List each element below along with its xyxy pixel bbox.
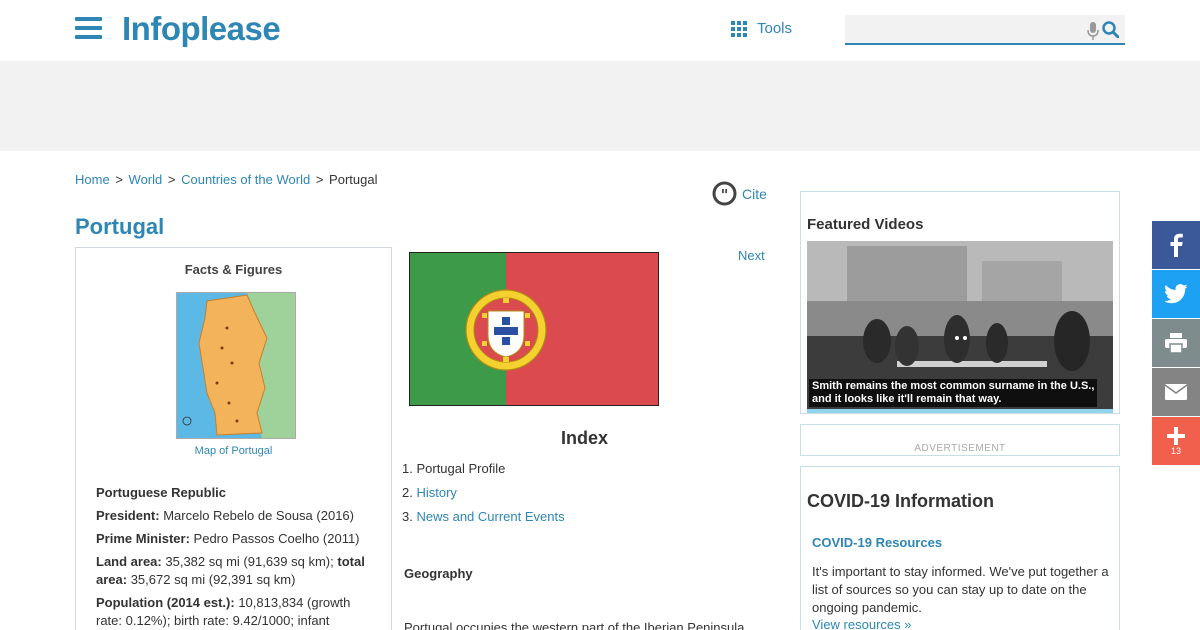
menu-icon[interactable] [75, 17, 102, 39]
more-share-button[interactable]: 13 [1152, 417, 1200, 465]
index-item[interactable]: 2. History [402, 481, 565, 505]
next-link[interactable]: Next [738, 248, 765, 263]
quote-icon: " [712, 181, 737, 206]
index-item: 1. Portugal Profile [402, 461, 506, 476]
tools-label: Tools [757, 20, 793, 37]
breadcrumb-home[interactable]: Home [75, 172, 110, 187]
portugal-flag [409, 252, 659, 406]
facebook-icon [1170, 233, 1183, 257]
facts-title: Facts & Figures [184, 262, 283, 277]
grid-icon [731, 20, 747, 37]
covid-panel: COVID-19 Information COVID-19 Resources … [800, 466, 1120, 630]
share-bar: 13 [1152, 221, 1200, 466]
official-name: Portuguese Republic [96, 485, 227, 500]
site-logo[interactable]: Infoplease [122, 10, 281, 48]
page-title: Portugal [75, 214, 165, 239]
index-item[interactable]: 3. News and Current Events [402, 505, 565, 529]
breadcrumb-countries[interactable]: Countries of the World [181, 172, 310, 187]
twitter-icon [1164, 284, 1188, 304]
map-caption[interactable]: Map of Portugal [76, 445, 391, 457]
search-input[interactable] [845, 15, 1075, 43]
featured-videos-title: Featured Videos [807, 216, 924, 233]
geography-text: Portugal occupies the western part of th… [404, 620, 745, 630]
share-count: 13 [1170, 445, 1181, 456]
svg-text:": " [721, 186, 729, 204]
index-list: 1. Portugal Profile 2. History 3. News a… [402, 457, 565, 529]
email-share-button[interactable] [1152, 368, 1200, 416]
fact-president: President: Marcelo Rebelo de Sousa (2016… [96, 508, 354, 523]
microphone-icon[interactable] [1087, 22, 1099, 40]
facts-box: Facts & Figures Map of Portugal Portugue… [75, 247, 392, 630]
cite-label: Cite [742, 185, 767, 202]
index-title: Index [561, 428, 609, 448]
advertisement-label: ADVERTISEMENT [914, 443, 1006, 454]
search-box [845, 15, 1125, 45]
top-ad-banner [0, 61, 1200, 151]
video-caption: Smith remains the most common surname in… [809, 379, 1098, 407]
search-icon[interactable] [1102, 21, 1119, 38]
breadcrumb-current: Portugal [329, 172, 378, 187]
print-button[interactable] [1152, 319, 1200, 367]
view-resources-link[interactable]: View resources » [812, 617, 911, 630]
portugal-map[interactable] [176, 292, 296, 439]
twitter-share-button[interactable] [1152, 270, 1200, 318]
geography-title: Geography [404, 566, 473, 581]
index-link-history[interactable]: History [416, 485, 456, 500]
breadcrumb-separator: > [315, 172, 324, 187]
fact-population: Population (2014 est.): 10,813,834 (grow… [96, 595, 351, 628]
site-header: Infoplease Tools [0, 0, 1200, 61]
flag-illustration [410, 253, 658, 405]
facts-body: Portuguese Republic President: Marcelo R… [96, 484, 376, 630]
fact-area: Land area: 35,382 sq mi (91,639 sq km); … [96, 554, 365, 587]
breadcrumb-separator: > [115, 172, 123, 187]
video-progress-bar[interactable] [807, 409, 1113, 413]
tools-menu[interactable]: Tools [731, 20, 792, 37]
index-item-label: Portugal Profile [416, 461, 506, 476]
covid-title: COVID-19 Information [807, 491, 995, 511]
breadcrumb-world[interactable]: World [129, 172, 163, 187]
index-link-news[interactable]: News and Current Events [416, 509, 564, 524]
plus-icon [1167, 426, 1185, 445]
printer-icon [1165, 333, 1187, 353]
breadcrumb-separator: > [167, 172, 176, 187]
covid-text: It's important to stay informed. We've p… [812, 564, 1109, 615]
video-player[interactable]: Smith remains the most common surname in… [807, 241, 1113, 413]
facebook-share-button[interactable] [1152, 221, 1200, 269]
map-illustration [177, 293, 295, 438]
fact-prime-minister: Prime Minister: Pedro Passos Coelho (201… [96, 531, 360, 546]
covid-resources-link[interactable]: COVID-19 Resources [812, 535, 942, 550]
email-icon [1165, 384, 1187, 400]
featured-videos: Featured Videos Smith remains the most c… [800, 191, 1120, 414]
cite-button[interactable]: " Cite [712, 181, 767, 206]
advertisement-box: ADVERTISEMENT [800, 424, 1120, 456]
breadcrumb: Home > World > Countries of the World > … [75, 172, 377, 187]
